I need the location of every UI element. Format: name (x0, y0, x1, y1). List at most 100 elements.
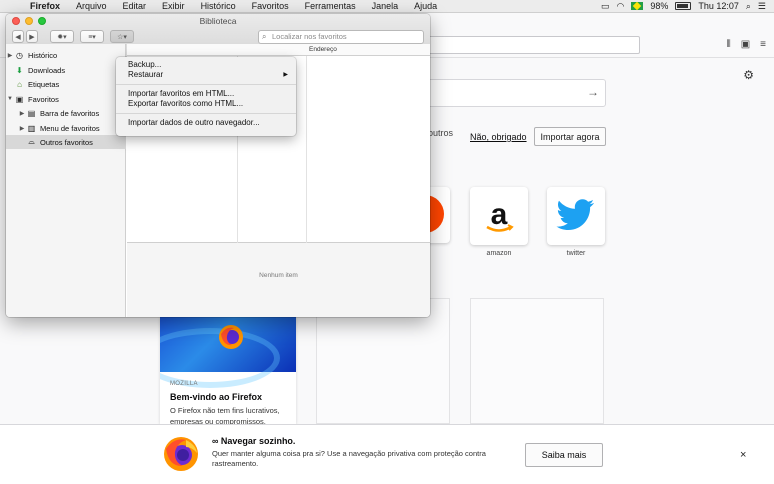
import-prompt-text: outros (428, 128, 454, 138)
highlight-card-welcome[interactable]: MOZILLA Bem-vindo ao Firefox O Firefox n… (160, 316, 296, 424)
menu-item-restore[interactable]: Restaurar ▶ (116, 70, 296, 80)
card-placeholder (470, 298, 604, 424)
amazon-icon: a (486, 198, 514, 232)
import-backup-menu: Backup... Restaurar ▶ Importar favoritos… (116, 57, 296, 136)
banner-title: ∞ Navegar sozinho. (212, 436, 296, 446)
folder-icon: ⌓ (28, 137, 35, 146)
toolbar-icon: ▤ (27, 108, 36, 118)
column-address[interactable]: Endereço (309, 46, 337, 53)
bookmarks-table-header: Endereço (127, 44, 430, 56)
sidebar-item-label: Histórico (28, 50, 58, 60)
sidebar-item-outros-favoritos[interactable]: ⌓ Outros favoritos (6, 135, 126, 149)
forward-button[interactable]: ▶ (26, 30, 38, 43)
sidebar-item-label: Downloads (28, 65, 66, 75)
menu-icon: ▥ (27, 123, 36, 133)
tag-icon: ⌂ (17, 79, 22, 89)
gear-icon: ✹▾ (57, 33, 67, 41)
sidebar-item-etiquetas[interactable]: ⌂ Etiquetas (6, 77, 126, 91)
sidebar-item-label: Favoritos (28, 94, 59, 104)
toolbar-icons: ⫴ ▣ ≡ (727, 39, 767, 50)
library-sidebar: ▶ ◷ Histórico ⬇ Downloads ⌂ Etiquetas ▼ … (6, 44, 126, 317)
sidebar-icon[interactable]: ▣ (741, 39, 750, 50)
menu-editar[interactable]: Editar (115, 1, 155, 11)
menu-exibir[interactable]: Exibir (154, 1, 193, 11)
card-description: O Firefox não tem fins lucrativos, empre… (170, 406, 280, 424)
firefox-logo-icon (219, 325, 243, 349)
menu-separator (116, 113, 296, 114)
sidebar-item-barra-de-favoritos[interactable]: ▶ ▤ Barra de favoritos (6, 106, 126, 120)
library-window: Biblioteca ◀ ▶ ✹▾ ≡▾ ☆▾ ⌕ Localizar nos … (6, 14, 430, 317)
menu-separator (116, 84, 296, 85)
card-source: MOZILLA (170, 381, 198, 387)
expand-arrow-icon[interactable]: ▶ (18, 110, 26, 117)
list-view-icon: ≡▾ (88, 33, 96, 41)
library-icon[interactable]: ⫴ (727, 39, 731, 50)
menu-ferramentas[interactable]: Ferramentas (297, 1, 364, 11)
sidebar-item-downloads[interactable]: ⬇ Downloads (6, 63, 126, 77)
brazil-flag-icon[interactable] (631, 2, 644, 10)
sidebar-item-menu-de-favoritos[interactable]: ▶ ▥ Menu de favoritos (6, 121, 126, 135)
no-item-text: Nenhum item (259, 272, 298, 279)
menu-arquivo[interactable]: Arquivo (68, 1, 115, 11)
sidebar-item-label: Barra de favoritos (40, 108, 100, 118)
firefox-logo-icon (164, 437, 198, 471)
import-backup-button[interactable]: ☆▾ (110, 30, 134, 43)
sidebar-item-favoritos[interactable]: ▼ ▣ Favoritos (6, 92, 126, 106)
star-icon: ▣ (15, 94, 24, 104)
battery-icon[interactable] (675, 2, 692, 10)
no-thanks-link[interactable]: Não, obrigado (470, 132, 527, 142)
hamburger-menu-icon[interactable]: ≡ (760, 39, 766, 50)
list-icon[interactable]: ☰ (758, 1, 766, 12)
menu-item-import-html[interactable]: Importar favoritos em HTML... (116, 89, 296, 99)
expand-arrow-icon[interactable]: ▶ (6, 52, 14, 59)
back-button[interactable]: ◀ (12, 30, 24, 43)
organize-button[interactable]: ✹▾ (50, 30, 74, 43)
import-now-button[interactable]: Importar agora (534, 127, 606, 146)
menu-janela[interactable]: Janela (364, 1, 407, 11)
status-area: ▭ ◠ 98% Thu 12:07 ⌕ ☰ (601, 1, 774, 12)
twitter-bird-icon (556, 199, 594, 230)
close-icon[interactable]: × (740, 449, 746, 461)
menu-item-export-html[interactable]: Exportar favoritos como HTML... (116, 99, 296, 109)
download-icon: ⬇ (16, 65, 23, 75)
search-icon: ⌕ (262, 32, 267, 41)
star-import-icon: ☆▾ (117, 33, 127, 41)
clock-icon: ◷ (16, 50, 23, 60)
tile-label-twitter: twitter (566, 250, 586, 257)
tile-label-amazon: amazon (486, 250, 512, 257)
top-site-tile-amazon[interactable]: a (470, 187, 528, 245)
gear-icon[interactable]: ⚙ (743, 68, 754, 82)
bookmark-detail-pane: Nenhum item (127, 243, 430, 317)
private-browsing-banner: ∞ Navegar sozinho. Quer manter alguma co… (0, 424, 774, 484)
collapse-arrow-icon[interactable]: ▼ (6, 96, 14, 102)
menu-historico[interactable]: Histórico (193, 1, 244, 11)
wifi-icon[interactable]: ◠ (616, 1, 624, 12)
clock[interactable]: Thu 12:07 (698, 1, 739, 11)
sidebar-item-label: Menu de favoritos (40, 123, 100, 133)
expand-arrow-icon[interactable]: ▶ (18, 125, 26, 132)
menu-ajuda[interactable]: Ajuda (406, 1, 445, 11)
arrow-right-icon[interactable]: → (587, 85, 599, 99)
library-title: Biblioteca (199, 16, 237, 26)
macos-menubar: Firefox Arquivo Editar Exibir Histórico … (0, 0, 774, 13)
card-image (160, 316, 296, 388)
menu-firefox[interactable]: Firefox (22, 1, 68, 11)
menu-item-label: Restaurar (128, 70, 164, 79)
library-search-input[interactable]: ⌕ Localizar nos favoritos (258, 30, 424, 44)
menu-favoritos[interactable]: Favoritos (244, 1, 297, 11)
sidebar-item-historico[interactable]: ▶ ◷ Histórico (6, 48, 126, 62)
web-search-box[interactable]: → (410, 79, 606, 107)
learn-more-button[interactable]: Saiba mais (525, 443, 603, 467)
menu-item-backup[interactable]: Backup... (116, 60, 296, 70)
banner-description: Quer manter alguma coisa pra si? Use a n… (212, 449, 486, 468)
screen-icon[interactable]: ▭ (601, 1, 610, 12)
svg-text:a: a (491, 198, 508, 231)
sidebar-item-label: Outros favoritos (40, 137, 93, 147)
card-title: Bem-vindo ao Firefox (170, 392, 263, 402)
submenu-arrow-icon: ▶ (283, 72, 288, 78)
sidebar-item-label: Etiquetas (28, 79, 60, 89)
top-site-tile-twitter[interactable] (547, 187, 605, 245)
menu-item-import-other-browser[interactable]: Importar dados de outro navegador... (116, 118, 296, 128)
views-button[interactable]: ≡▾ (80, 30, 104, 43)
search-icon[interactable]: ⌕ (746, 1, 751, 12)
